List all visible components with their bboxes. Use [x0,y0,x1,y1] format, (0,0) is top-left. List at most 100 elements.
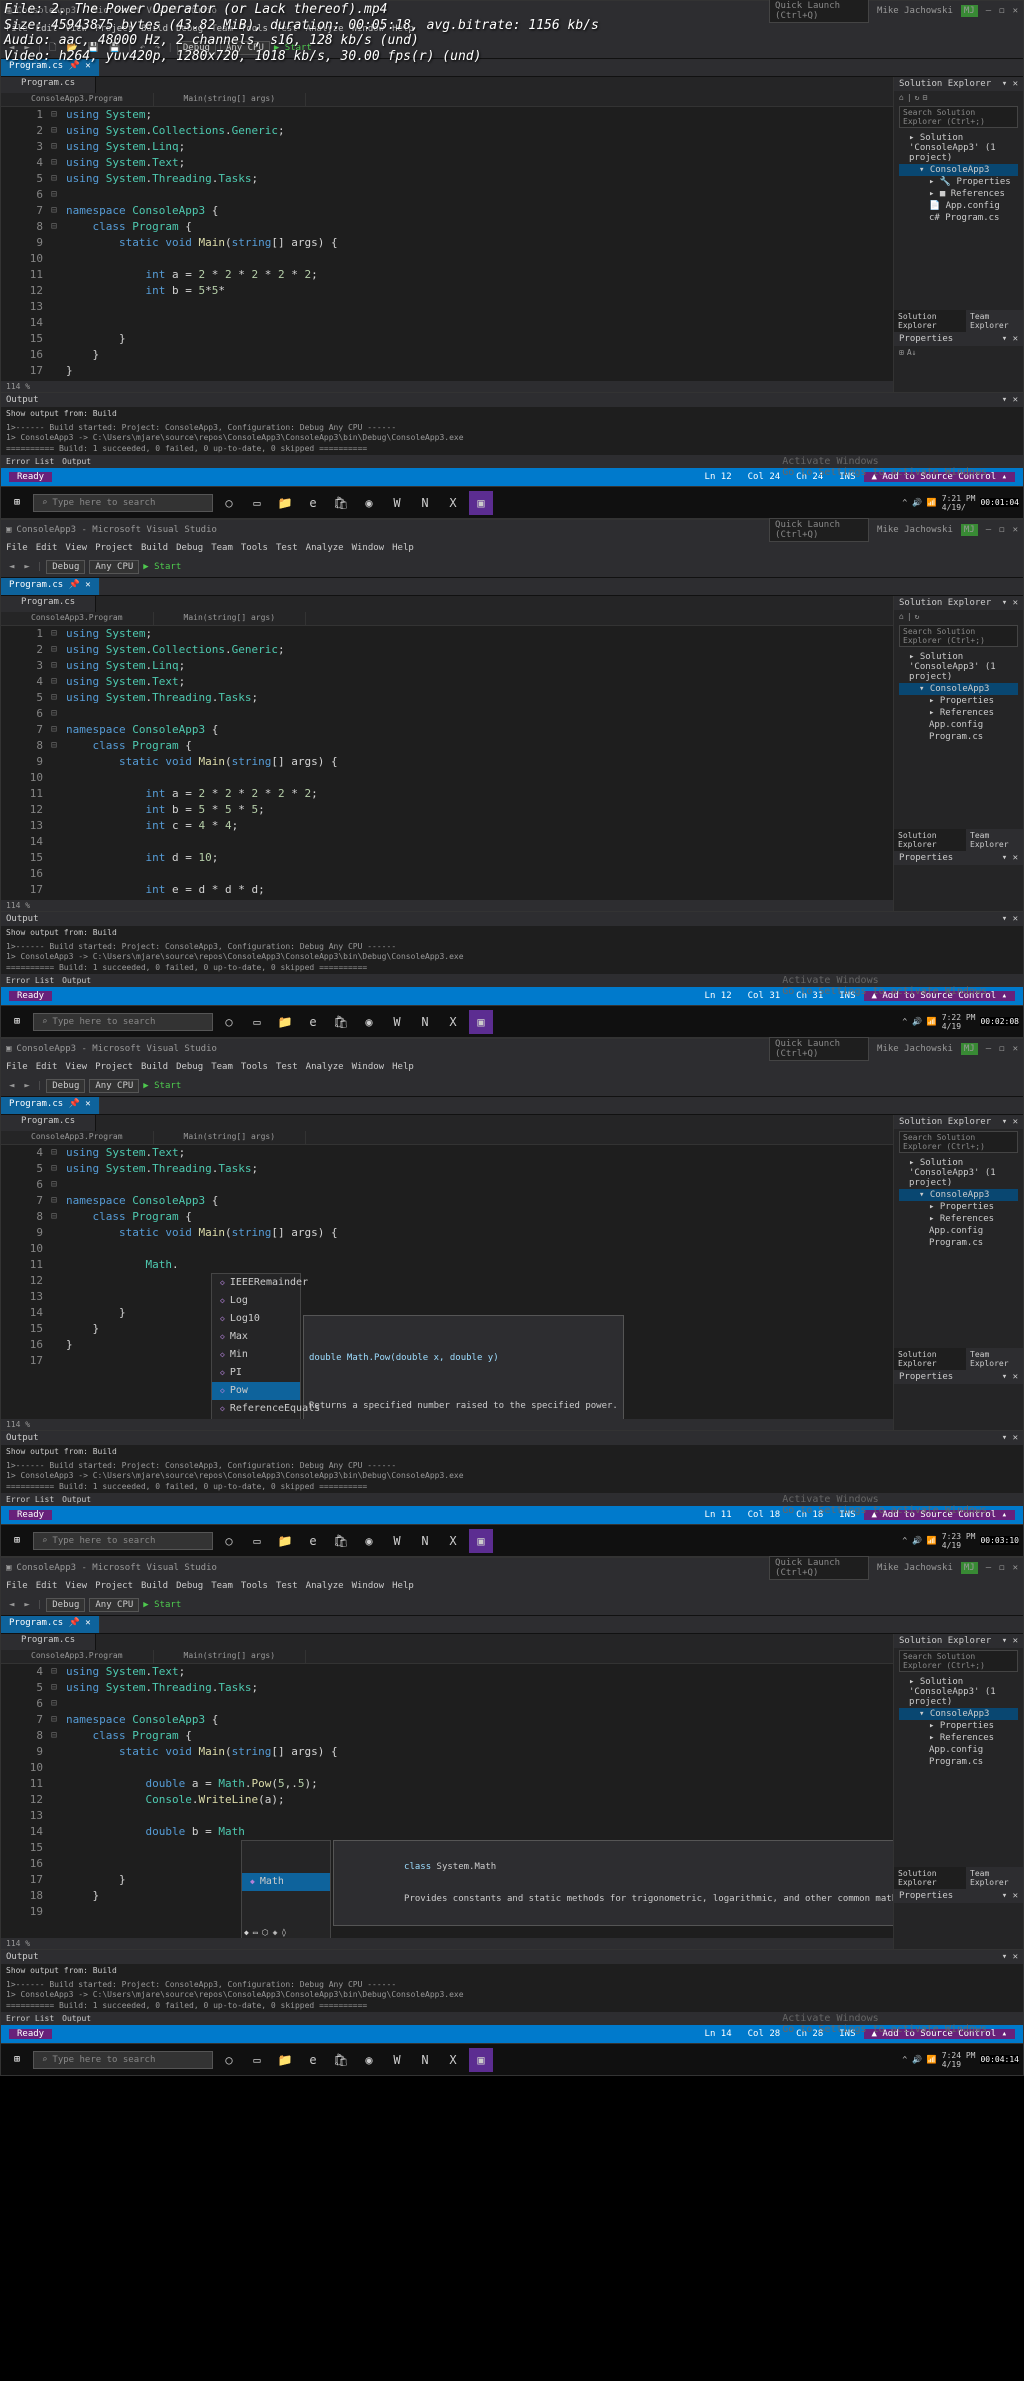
intellisense-item[interactable]: ◇IEEERemainder [212,1274,300,1292]
menu-file[interactable]: File [6,1581,28,1591]
intellisense-item[interactable]: ◇Max [212,1328,300,1346]
solution-tree[interactable]: ▸ Solution 'ConsoleApp3' (1 project) ▾ C… [894,130,1023,226]
intellisense-item[interactable]: ◇Pow [212,1382,300,1400]
menu-team[interactable]: Team [211,543,233,553]
intellisense-item[interactable]: ◆Math [242,1873,330,1891]
menu-window[interactable]: Window [352,1062,385,1072]
categorize-icon[interactable]: ⊞ [899,348,904,357]
menu-window[interactable]: Window [352,1581,385,1591]
menu-tools[interactable]: Tools [241,1581,268,1591]
menu-help[interactable]: Help [392,543,414,553]
menu-edit[interactable]: Edit [36,1581,58,1591]
menu-debug[interactable]: Debug [176,543,203,553]
menu-analyze[interactable]: Analyze [306,543,344,553]
editor-tab[interactable]: Program.cs [1,77,96,93]
clock[interactable]: 7:21 PM4/19/ [942,494,976,512]
intellisense-item[interactable]: ◇Log [212,1292,300,1310]
intellisense-popup[interactable]: ◇IEEERemainder◇Log◇Log10◇Max◇Min◇PI◇Pow◇… [211,1273,301,1419]
menu-debug[interactable]: Debug [176,1581,203,1591]
menu-debug[interactable]: Debug [176,1062,203,1072]
taskview-icon[interactable]: ▭ [245,491,269,515]
quick-launch-input[interactable]: Quick Launch (Ctrl+Q) [769,0,869,23]
explorer-icon[interactable]: 📁 [273,491,297,515]
menu-test[interactable]: Test [276,1581,298,1591]
menu-edit[interactable]: Edit [36,1062,58,1072]
maximize-icon[interactable]: ◻ [999,6,1004,16]
menu-build[interactable]: Build [141,1581,168,1591]
start-button-icon[interactable]: ⊞ [5,1010,29,1034]
nav-class-dropdown[interactable]: ConsoleApp3.Program [1,93,154,106]
menu-test[interactable]: Test [276,1062,298,1072]
intellisense-item[interactable]: ◇ReferenceEquals [212,1400,300,1418]
taskbar-search-input[interactable]: ⌕ Type here to search [33,1013,213,1031]
tab-team-explorer[interactable]: Team Explorer [966,310,1023,332]
close-icon[interactable]: ✕ [1013,6,1018,16]
menu-file[interactable]: File [6,1062,28,1072]
store-icon[interactable]: 🛍 [329,491,353,515]
menu-analyze[interactable]: Analyze [306,1062,344,1072]
tree-references[interactable]: ▸ ■ References [899,188,1018,200]
vs-window: ▣ConsoleApp3 - Microsoft Visual StudioQu… [0,519,1024,1038]
menu-team[interactable]: Team [211,1581,233,1591]
menu-project[interactable]: Project [95,1581,133,1591]
intellisense-item[interactable]: ◇Round [212,1418,300,1419]
search-icon: ⌕ [42,498,47,508]
intellisense-item[interactable]: ◇Min [212,1346,300,1364]
panel-close-icon[interactable]: ▾ ✕ [1002,79,1018,89]
code-editor[interactable]: 123456789101112131415161718⊟⊟⊟⊟⊟⊟⊟⊟using… [1,626,893,900]
output-text[interactable]: 1>------ Build started: Project: Console… [1,420,1023,455]
edge-icon[interactable]: e [301,491,325,515]
menu-build[interactable]: Build [141,543,168,553]
start-button-icon[interactable]: ⊞ [5,491,29,515]
solution-search-input[interactable]: Search Solution Explorer (Ctrl+;) [899,106,1018,128]
tree-solution[interactable]: ▸ Solution 'ConsoleApp3' (1 project) [899,132,1018,164]
menu-view[interactable]: View [65,543,87,553]
excel-icon[interactable]: X [441,491,465,515]
tree-properties[interactable]: ▸ 🔧 Properties [899,176,1018,188]
menu-build[interactable]: Build [141,1062,168,1072]
menu-test[interactable]: Test [276,543,298,553]
tab-solution-explorer[interactable]: Solution Explorer [894,310,966,332]
menu-project[interactable]: Project [95,1062,133,1072]
alpha-icon[interactable]: A↓ [907,348,917,357]
nav-method-dropdown[interactable]: Main(string[] args) [154,93,307,106]
menu-view[interactable]: View [65,1581,87,1591]
home-icon[interactable]: ⌂ [899,93,904,102]
code-editor[interactable]: 45678910111213141516171819⊟⊟⊟⊟⊟ using Sy… [1,1664,893,1938]
menu-window[interactable]: Window [352,543,385,553]
menu-help[interactable]: Help [392,1581,414,1591]
avatar[interactable]: MJ [961,5,978,17]
menu-tools[interactable]: Tools [241,543,268,553]
tray-icons[interactable]: ^ 🔊 📶 [902,498,936,507]
output-from-dropdown[interactable]: Show output from: Build [6,409,117,418]
refresh-icon[interactable]: ↻ [915,93,920,102]
tree-program[interactable]: c# Program.cs [899,212,1018,224]
chrome-icon[interactable]: ◉ [357,491,381,515]
intellisense-item[interactable]: ◇PI [212,1364,300,1382]
tree-project[interactable]: ▾ ConsoleApp3 [899,164,1018,176]
intellisense-popup[interactable]: ◆Math ◆▭⬡◈◊ [241,1840,331,1938]
menu-team[interactable]: Team [211,1062,233,1072]
tab-program[interactable]: Program.cs 📌 ✕ [1,578,100,595]
code-editor[interactable]: 4567891011121314151617⊟⊟⊟⊟⊟ using System… [1,1145,893,1419]
user-name[interactable]: Mike Jachowski [877,6,953,16]
menu-analyze[interactable]: Analyze [306,1581,344,1591]
menu-file[interactable]: File [6,543,28,553]
intellisense-item[interactable]: ◇Log10 [212,1310,300,1328]
menu-project[interactable]: Project [95,543,133,553]
tree-appconfig[interactable]: 📄 App.config [899,200,1018,212]
code-editor[interactable]: 123456789101112131415161718 ⊟⊟⊟⊟⊟⊟⊟⊟ usi… [1,107,893,381]
quick-launch-input[interactable]: Quick Launch (Ctrl+Q) [769,518,869,542]
taskbar-search-input[interactable]: ⌕Type here to search [33,494,213,512]
menu-help[interactable]: Help [392,1062,414,1072]
collapse-icon[interactable]: ⊟ [922,93,927,102]
cortana-icon[interactable]: ○ [217,491,241,515]
vs-icon[interactable]: ▣ [469,491,493,515]
menu-tools[interactable]: Tools [241,1062,268,1072]
word-icon[interactable]: W [385,491,409,515]
minimize-icon[interactable]: — [986,6,991,16]
zoom-level[interactable]: 114 % [1,381,893,392]
menu-edit[interactable]: Edit [36,543,58,553]
menu-view[interactable]: View [65,1062,87,1072]
onenote-icon[interactable]: N [413,491,437,515]
